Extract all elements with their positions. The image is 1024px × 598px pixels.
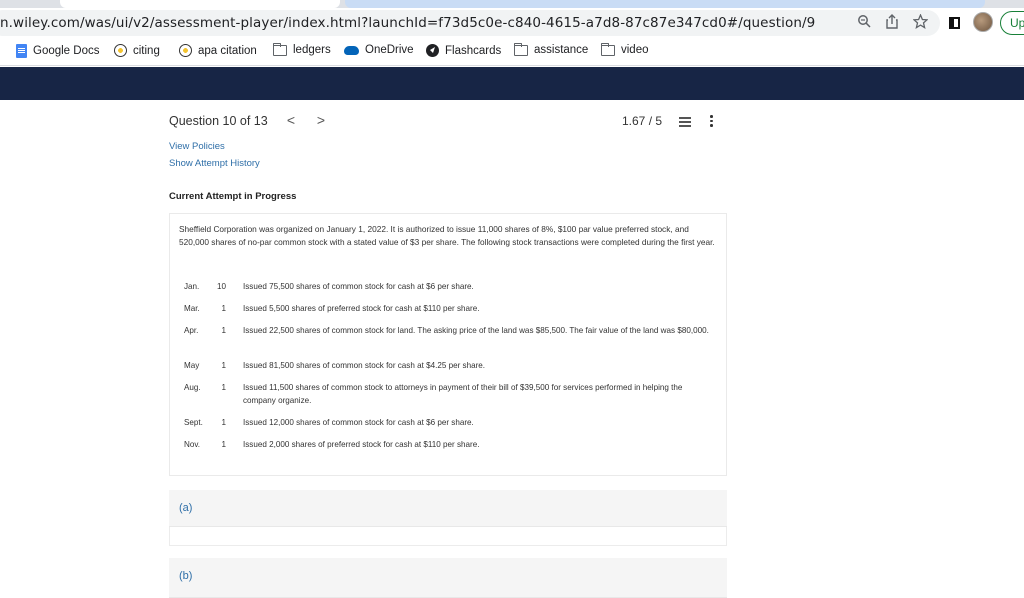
bookmark-google-docs[interactable]: Google Docs — [16, 44, 99, 58]
globe-icon — [179, 44, 192, 57]
browser-tab-group[interactable] — [345, 0, 985, 8]
bookmark-label: apa citation — [198, 44, 257, 57]
address-bar: n.wiley.com/was/ui/v2/assessment-player/… — [0, 8, 1024, 38]
previous-question-button[interactable]: < — [284, 112, 298, 128]
attempt-history-link[interactable]: Show Attempt History — [169, 158, 260, 169]
more-options-icon[interactable] — [710, 115, 714, 129]
bookmark-video[interactable]: video — [601, 42, 649, 56]
bookmark-label: citing — [133, 44, 160, 57]
bookmark-label: Flashcards — [445, 44, 502, 57]
transaction-month: May — [184, 361, 200, 370]
profile-avatar[interactable] — [973, 12, 993, 32]
transaction-day: 1 — [221, 440, 226, 449]
problem-intro: Sheffield Corporation was organized on J… — [179, 224, 715, 247]
transaction-month: Apr. — [184, 326, 199, 335]
folder-icon — [601, 42, 615, 56]
bookmark-star-icon[interactable] — [911, 13, 929, 30]
transaction-description: Issued 81,500 shares of common stock for… — [243, 361, 486, 370]
google-docs-icon — [16, 44, 27, 58]
bookmark-label: video — [621, 44, 649, 56]
transaction-day: 10 — [216, 282, 226, 291]
score-display: 1.67 / 5 — [622, 114, 663, 128]
bookmark-label: ledgers — [293, 44, 331, 56]
url-field[interactable]: n.wiley.com/was/ui/v2/assessment-player/… — [0, 10, 940, 36]
transaction-description: Issued 22,500 shares of common stock for… — [243, 326, 709, 335]
globe-icon — [114, 44, 127, 57]
view-policies-link[interactable]: View Policies — [169, 141, 225, 152]
section-title: Current Attempt in Progress — [169, 191, 297, 202]
url-text: n.wiley.com/was/ui/v2/assessment-player/… — [0, 15, 816, 31]
transaction-description: Issued 11,500 shares of common stock to … — [243, 383, 683, 405]
part-b-header[interactable]: (b) — [169, 558, 727, 598]
transaction-day: 1 — [221, 304, 226, 313]
bookmark-label: assistance — [534, 44, 589, 56]
flashcards-icon — [426, 44, 439, 57]
transaction-month: Mar. — [184, 304, 200, 313]
next-question-button[interactable]: > — [314, 112, 328, 128]
folder-icon — [273, 42, 287, 56]
question-counter: Question 10 of 13 — [169, 114, 268, 128]
question-list-icon[interactable] — [679, 117, 691, 127]
part-a-label: (a) — [179, 502, 193, 514]
assessment-content: Question 10 of 13 < > 1.67 / 5 View Poli… — [0, 100, 1024, 598]
transaction-day: 1 — [221, 361, 226, 370]
part-a-body — [169, 527, 727, 546]
transaction-description: Issued 75,500 shares of common stock for… — [243, 282, 474, 291]
transaction-day: 1 — [221, 383, 226, 392]
update-button[interactable]: Up — [1000, 11, 1024, 35]
part-b-label: (b) — [179, 570, 193, 582]
transaction-month: Nov. — [184, 440, 201, 449]
bookmark-ledgers[interactable]: ledgers — [273, 42, 331, 56]
question-header: Question 10 of 13 < > 1.67 / 5 — [169, 112, 726, 136]
extension-icon[interactable] — [949, 17, 960, 29]
problem-card: Sheffield Corporation was organized on J… — [169, 213, 727, 476]
part-a-header[interactable]: (a) — [169, 490, 727, 527]
app-header-band — [0, 67, 1024, 100]
bookmark-label: Google Docs — [33, 45, 100, 57]
bookmark-apa-citation[interactable]: apa citation — [179, 44, 257, 57]
bookmark-onedrive[interactable]: OneDrive — [344, 44, 414, 56]
bookmark-citing[interactable]: citing — [114, 44, 160, 57]
transaction-day: 1 — [221, 418, 226, 427]
cloud-icon — [344, 45, 359, 55]
transaction-month: Sept. — [184, 418, 203, 427]
bookmark-label: OneDrive — [365, 44, 414, 56]
transaction-description: Issued 2,000 shares of preferred stock f… — [243, 440, 480, 449]
transaction-description: Issued 5,500 shares of preferred stock f… — [243, 304, 480, 313]
bookmark-assistance[interactable]: assistance — [514, 42, 589, 56]
browser-tab-active[interactable] — [60, 0, 340, 8]
transaction-month: Jan. — [184, 282, 200, 291]
share-icon[interactable] — [884, 14, 900, 30]
bookmarks-bar: Google Docs citing apa citation ledgers … — [0, 38, 1024, 66]
bookmark-flashcards[interactable]: Flashcards — [426, 44, 501, 57]
folder-icon — [514, 42, 528, 56]
transaction-day: 1 — [221, 326, 226, 335]
zoom-icon[interactable] — [856, 14, 872, 30]
browser-tab-strip — [0, 0, 1024, 8]
transaction-month: Aug. — [184, 383, 201, 392]
transaction-description: Issued 12,000 shares of common stock for… — [243, 418, 474, 427]
